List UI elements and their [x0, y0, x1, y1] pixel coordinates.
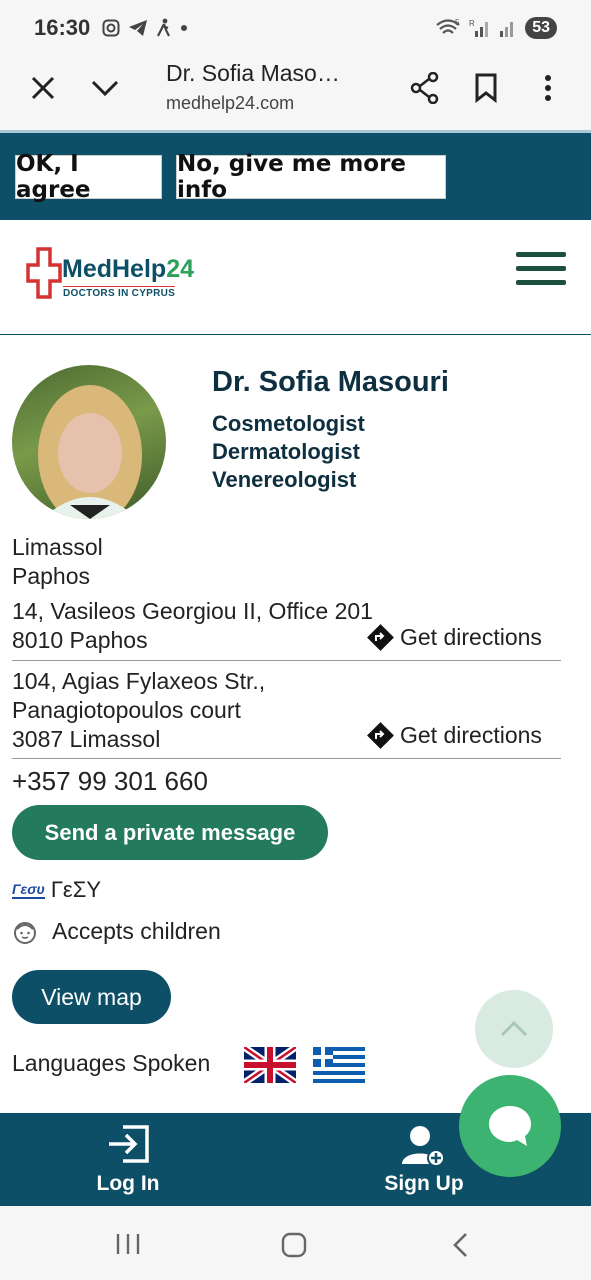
add-user-icon — [402, 1125, 445, 1167]
signal-icon-2 — [500, 22, 514, 37]
hamburger-line — [516, 266, 566, 271]
cookie-consent-bar: OK, I agree No, give me more info — [0, 130, 591, 220]
address-line: 8010 Paphos — [12, 627, 148, 653]
battery-indicator: 53 — [525, 17, 557, 39]
divider — [12, 758, 561, 759]
close-tab-button[interactable] — [21, 66, 65, 110]
status-time: 16:30 — [34, 15, 91, 40]
chevron-up-icon — [500, 1020, 528, 1037]
cookie-more-info-button[interactable]: No, give me more info — [176, 151, 446, 203]
directions-label: Get directions — [400, 624, 542, 650]
specialty-item: Venereologist — [212, 467, 357, 492]
chevron-down-icon — [91, 80, 119, 97]
chat-button[interactable] — [459, 1075, 561, 1177]
url-block[interactable]: Dr. Sofia Maso… medhelp24.com — [166, 60, 340, 114]
hamburger-line — [516, 252, 566, 257]
divider — [12, 660, 561, 661]
login-icon — [109, 1124, 149, 1163]
login-button[interactable]: Log In — [58, 1113, 198, 1206]
recent-apps-icon[interactable] — [114, 1232, 142, 1256]
instagram-icon — [102, 19, 120, 37]
get-directions-link[interactable]: Get directions — [367, 624, 542, 651]
address-line: 104, Agias Fylaxeos Str., — [12, 668, 266, 694]
gesy-row: Γεσυ ΓεΣΥ — [12, 877, 101, 903]
specialty-item: Dermatologist — [212, 439, 360, 464]
close-icon — [31, 76, 55, 100]
browser-toolbar: Dr. Sofia Maso… medhelp24.com — [0, 56, 591, 130]
languages-label: Languages Spoken — [12, 1050, 211, 1076]
specialty-item: Cosmetologist — [212, 411, 365, 436]
site-header: MedHelp24 DOCTORS IN CYPRUS — [0, 220, 591, 335]
send-message-button[interactable]: Send a private message — [12, 805, 328, 860]
logo-tagline: DOCTORS IN CYPRUS — [63, 286, 176, 299]
phone-number[interactable]: +357 99 301 660 — [12, 766, 208, 797]
doctor-name: Dr. Sofia Masouri — [212, 366, 449, 398]
page-title: Dr. Sofia Maso… — [166, 60, 340, 86]
bookmark-button[interactable] — [464, 66, 508, 110]
more-options-button[interactable] — [526, 66, 570, 110]
logo-name: MedHelp24 — [62, 255, 194, 283]
page-domain: medhelp24.com — [166, 93, 295, 113]
signal-icon: R — [469, 19, 489, 37]
cookie-agree-button[interactable]: OK, I agree — [15, 151, 162, 203]
city-item: Paphos — [12, 563, 91, 589]
medical-cross-icon — [26, 247, 62, 299]
hamburger-line — [516, 280, 566, 285]
address-line: 3087 Limassol — [12, 726, 161, 752]
accepts-children-label: Accepts children — [52, 918, 221, 944]
walking-icon — [157, 18, 171, 37]
bookmark-icon — [475, 73, 497, 103]
more-vert-icon — [545, 75, 551, 101]
doctor-avatar — [12, 365, 166, 519]
view-map-button[interactable]: View map — [12, 970, 171, 1024]
svg-text:R: R — [469, 19, 475, 28]
status-bar: 16:30 5 R 53 — [0, 0, 591, 56]
chat-bubble-icon — [489, 1106, 531, 1146]
telegram-icon — [129, 20, 148, 36]
accepts-children-row: Accepts children — [12, 918, 221, 945]
gesy-logo: Γεσυ — [12, 881, 45, 899]
site-logo[interactable]: MedHelp24 DOCTORS IN CYPRUS — [26, 247, 194, 302]
share-button[interactable] — [403, 66, 447, 110]
system-nav-bar — [0, 1206, 591, 1280]
address-line: Panagiotopoulos court — [12, 697, 241, 723]
wifi-icon: 5 — [436, 18, 460, 34]
address-line: 14, Vasileos Georgiou II, Office 201 — [12, 598, 373, 624]
signup-label: Sign Up — [384, 1171, 464, 1195]
directions-icon — [367, 722, 394, 749]
directions-icon — [367, 624, 394, 651]
directions-label: Get directions — [400, 722, 542, 748]
back-icon[interactable] — [450, 1232, 472, 1258]
minimize-button[interactable] — [83, 66, 127, 110]
notification-dot-icon — [181, 25, 188, 31]
scroll-to-top-button[interactable] — [475, 990, 553, 1068]
child-face-icon — [14, 921, 36, 944]
login-label: Log In — [96, 1171, 160, 1195]
uk-flag-icon — [244, 1047, 296, 1083]
home-icon[interactable] — [280, 1231, 308, 1259]
get-directions-link[interactable]: Get directions — [367, 722, 542, 749]
gesy-label: ΓεΣΥ — [50, 877, 102, 902]
svg-text:5: 5 — [455, 18, 460, 27]
doctor-photo-icon — [38, 385, 142, 519]
greece-flag-icon — [313, 1047, 365, 1083]
menu-button[interactable] — [516, 252, 566, 288]
share-icon — [410, 72, 439, 104]
city-item: Limassol — [12, 534, 103, 560]
